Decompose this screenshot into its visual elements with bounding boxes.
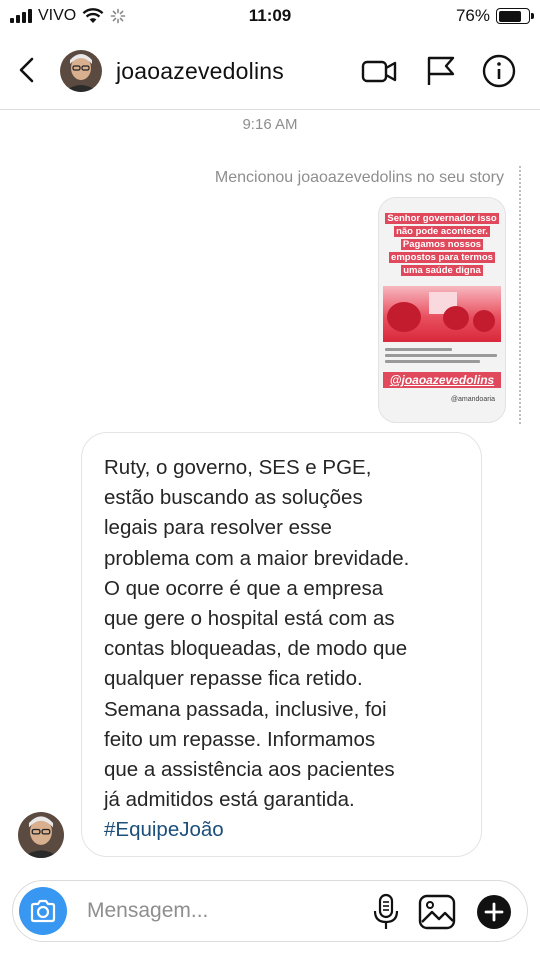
message-input[interactable]	[87, 897, 357, 925]
sender-avatar[interactable]	[18, 812, 64, 858]
story-article-text	[385, 348, 497, 366]
more-options-button[interactable]	[477, 895, 511, 929]
video-call-icon[interactable]	[360, 54, 398, 88]
plus-icon	[484, 902, 504, 922]
info-icon[interactable]	[480, 54, 518, 88]
back-arrow-icon[interactable]	[12, 54, 44, 86]
profile-avatar[interactable]	[60, 50, 102, 92]
story-caption: Senhor governador isso não pode acontece…	[385, 212, 499, 277]
status-bar: VIVO 11:09 76%	[0, 0, 540, 34]
battery-percent: 76%	[455, 6, 490, 25]
status-right: 76%	[455, 6, 534, 26]
chat-username[interactable]: joaoazevedolins	[116, 58, 284, 85]
story-credit: @amandoaria	[450, 396, 495, 403]
battery-icon	[496, 8, 534, 24]
message-bubble[interactable]: Ruty, o governo, SES e PGE, estão buscan…	[81, 432, 482, 857]
reply-thread-line	[519, 166, 521, 424]
camera-icon	[30, 899, 56, 923]
message-timestamp: 9:16 AM	[242, 116, 298, 133]
story-preview[interactable]: Senhor governador isso não pode acontece…	[378, 197, 506, 423]
story-caption-line: uma saúde digna	[401, 265, 483, 276]
chat-header: joaoazevedolins	[0, 34, 540, 110]
story-caption-line: Pagamos nossos	[400, 239, 484, 250]
story-mention-sticker: @joaoazevedolins	[383, 372, 501, 388]
microphone-icon[interactable]	[369, 893, 403, 931]
story-caption-line: Senhor governador isso	[385, 213, 499, 224]
story-photo	[383, 286, 501, 342]
story-caption-line: empostos para termos	[389, 252, 495, 263]
message-composer	[12, 880, 528, 942]
message-text: Ruty, o governo, SES e PGE, estão buscan…	[104, 456, 410, 812]
message-hashtag[interactable]: #EquipeJoão	[104, 815, 461, 845]
story-caption-line: não pode acontecer.	[394, 226, 490, 237]
story-mention-note: Mencionou joaoazevedolins no seu story	[214, 169, 504, 186]
gallery-icon[interactable]	[417, 893, 457, 931]
flag-icon[interactable]	[422, 54, 460, 88]
camera-button[interactable]	[19, 887, 67, 935]
